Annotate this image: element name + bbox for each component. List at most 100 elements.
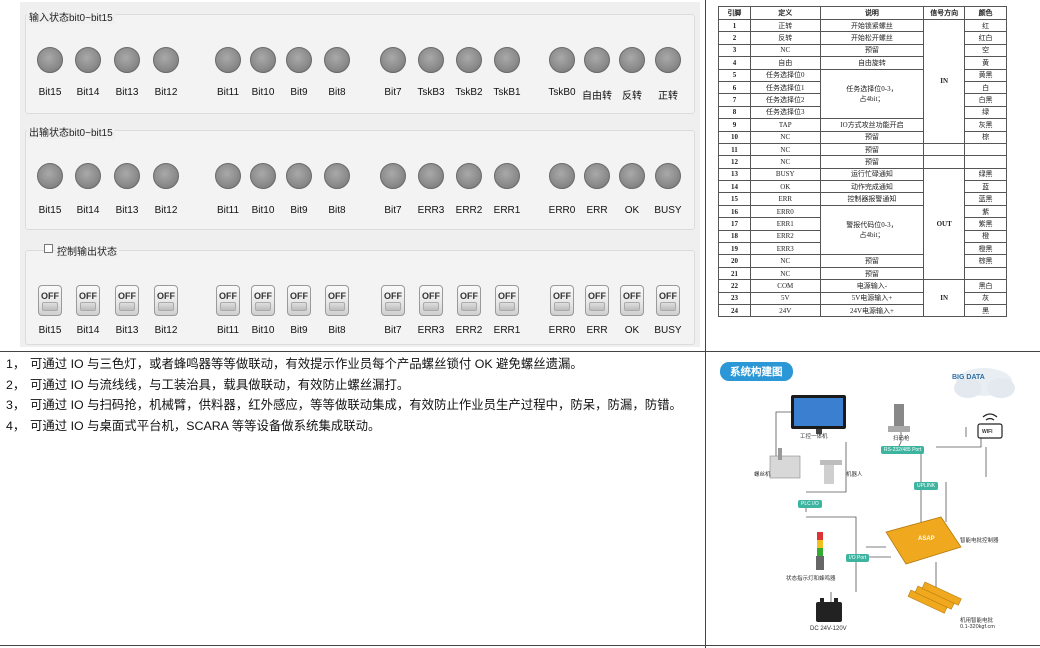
pin-row: 11 NC 预留 (718, 142, 1007, 157)
wire-color: 黄 (964, 56, 1007, 70)
pin-description: 预留 (819, 130, 925, 144)
note-text: 可通过 IO 与桌面式平台机，SCARA 等等设备做系统集成联动。 (30, 418, 381, 433)
pin-definition: NC (749, 266, 821, 281)
output-led-indicator (456, 163, 482, 189)
screw-machine-label: 螺丝机 (754, 472, 771, 478)
pin-definition: ERR0 (749, 204, 821, 219)
output-toggle-switch[interactable]: OFF (76, 285, 100, 316)
pin-description: 自由旋转 (819, 56, 925, 70)
output-toggle-switch[interactable]: OFF (325, 285, 349, 316)
output-toggle-switch[interactable]: OFF (585, 285, 609, 316)
control-output-title: 控制输出状态 (55, 243, 119, 258)
wire-color: 橙黑 (964, 242, 1007, 256)
note-text: 可通过 IO 与扫码抢，机械臂，供料器，红外感应，等等做联动集成，有效防止作业员… (30, 398, 682, 412)
output-toggle-switch[interactable]: OFF (115, 285, 139, 316)
panel-pc-icon (791, 395, 846, 434)
input-led-label: Bit8 (328, 87, 346, 98)
power-label: DC 24V-120V (810, 626, 847, 632)
output-toggle-switch[interactable]: OFF (419, 285, 443, 316)
input-led-indicator (549, 47, 575, 73)
panel-pc-label: 工控一体机 (800, 434, 828, 440)
pin-number: 3 (718, 43, 751, 58)
pin-number: 1 (718, 18, 751, 33)
big-data-label: BIG DATA (952, 374, 985, 381)
output-toggle-switch[interactable]: OFF (550, 285, 574, 316)
input-led-indicator (418, 47, 444, 73)
header-description: 说明 (819, 6, 925, 20)
wire-color: 紫黑 (964, 217, 1007, 231)
note-item: 3， 可通过 IO 与扫码抢，机械臂，供料器，红外感应，等等做联动集成，有效防止作… (6, 395, 700, 416)
wire-color: 黑 (964, 303, 1007, 318)
wire-color: 黑白 (964, 279, 1007, 293)
input-led-indicator (619, 47, 645, 73)
control-switch-label: Bit8 (328, 325, 346, 336)
output-led-indicator (655, 163, 681, 189)
pin-definition: COM (749, 279, 821, 293)
control-switch-label: Bit12 (154, 325, 178, 336)
pin-description: 预留 (819, 43, 925, 58)
screwdriver-range-label: 0.1-320kgf.cm (960, 624, 995, 630)
pin-definition: 正转 (749, 18, 821, 33)
big-data-cloud-icon (954, 368, 1015, 398)
output-toggle-switch[interactable]: OFF (154, 285, 178, 316)
input-led-label: 正转 (658, 91, 678, 102)
wire-color: 红白 (964, 31, 1007, 45)
output-led-indicator (324, 163, 350, 189)
output-toggle-switch[interactable]: OFF (656, 285, 680, 316)
output-led-indicator (380, 163, 406, 189)
input-led-indicator (584, 47, 610, 73)
output-toggle-switch[interactable]: OFF (381, 285, 405, 316)
pin-description: 预留 (819, 254, 925, 268)
pin-definition: TAP (749, 118, 821, 132)
pin-number: 17 (718, 217, 751, 231)
header-definition: 定义 (749, 6, 821, 20)
output-toggle-switch[interactable]: OFF (251, 285, 275, 316)
note-number: 1， (6, 357, 26, 371)
output-toggle-switch[interactable]: OFF (38, 285, 62, 316)
pin-description: 运行忙碌通知 (819, 167, 925, 182)
pin-row: 1 正转 开始锁紧螺丝 IN 红 (718, 18, 1007, 144)
control-output-checkbox[interactable] (44, 244, 53, 253)
pin-row: 22 COM 电源输入- IN 黑白 (718, 279, 1007, 318)
pin-number: 9 (718, 118, 751, 132)
output-led-indicator (114, 163, 140, 189)
diagram-connections (769, 368, 1015, 622)
wire-color (964, 155, 1007, 169)
screwdriver-label: 机用智能电批 (960, 618, 994, 624)
input-led-indicator (250, 47, 276, 73)
electric-screwdriver-icon (907, 581, 962, 614)
status-light-label: 状态指示灯和蜂鸣器 (786, 576, 836, 582)
wire-color: 棕黑 (964, 254, 1007, 268)
pin-number: 22 (718, 279, 751, 293)
output-toggle-switch[interactable]: OFF (495, 285, 519, 316)
input-led-indicator (215, 47, 241, 73)
wire-color: 橙 (964, 229, 1007, 244)
pin-number: 23 (718, 291, 751, 306)
pin-definition: NC (749, 43, 821, 58)
pin-number: 14 (718, 180, 751, 194)
pin-definition: ERR3 (749, 242, 821, 256)
wire-color (964, 266, 1007, 281)
wire-color (964, 142, 1007, 157)
pin-number: 15 (718, 192, 751, 206)
task-desc-line: 任务选择位0-3， (846, 84, 898, 93)
scanner-label: 扫码枪 (893, 436, 910, 442)
output-toggle-switch[interactable]: OFF (620, 285, 644, 316)
note-number: 3， (6, 398, 26, 412)
input-led-indicator (153, 47, 179, 73)
output-toggle-switch[interactable]: OFF (216, 285, 240, 316)
note-number: 4， (6, 418, 26, 433)
input-status-title: 输入状态bit0~bit15 (27, 9, 115, 24)
output-toggle-switch[interactable]: OFF (287, 285, 311, 316)
direction-empty (923, 155, 966, 169)
io-port-label: I/O Port (846, 554, 870, 562)
output-led-indicator (286, 163, 312, 189)
pin-number: 13 (718, 167, 751, 182)
pin-definition: 任务选择位2 (749, 93, 821, 107)
pin-row: 13 BUSY 运行忙碌通知 OUT 绿黑 (718, 167, 1007, 281)
pin-number: 21 (718, 266, 751, 281)
task-desc-line: 占4bit； (859, 94, 885, 103)
output-led-indicator (549, 163, 575, 189)
output-toggle-switch[interactable]: OFF (457, 285, 481, 316)
uplink-label: UPLINK (914, 482, 939, 490)
